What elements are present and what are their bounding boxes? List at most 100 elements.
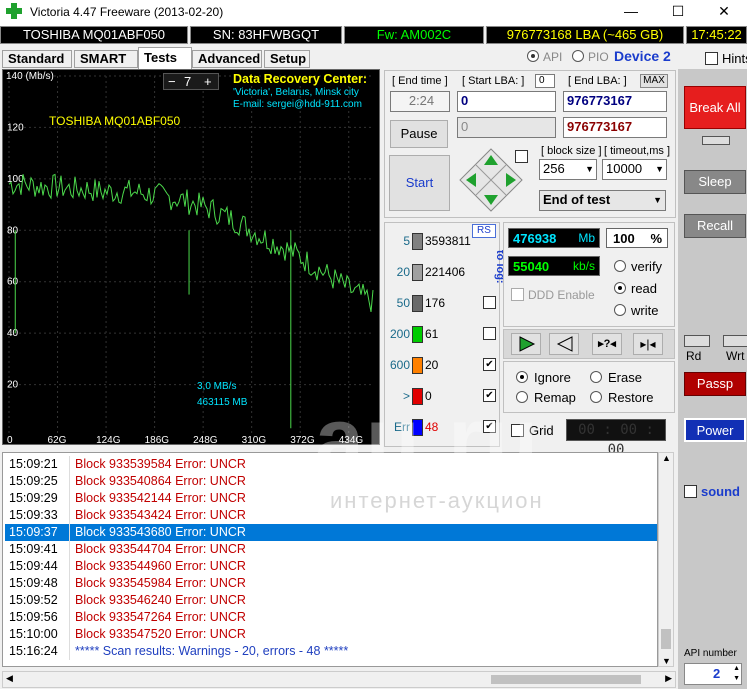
block-size-select[interactable]: 256 ▼: [539, 159, 597, 180]
log-hscrollbar[interactable]: ◀ ▶: [2, 671, 676, 688]
chevron-down-icon: ▼: [653, 195, 662, 205]
wrt-led: [723, 335, 747, 347]
scale-minus-button[interactable]: −: [168, 74, 176, 89]
stat-color-swatch: [412, 326, 423, 343]
log-row[interactable]: 15:09:37 Block 933543680 Error: UNCR: [5, 524, 657, 541]
end-action-select[interactable]: End of test ▼: [539, 190, 666, 211]
tab-standard[interactable]: Standard: [2, 50, 72, 68]
log-message: Block 933543680 Error: UNCR: [75, 525, 246, 539]
x-tick-label: 186G: [145, 435, 170, 444]
log-time: 15:09:29: [9, 491, 58, 505]
power-button[interactable]: Power: [684, 418, 746, 442]
api-number-value: 2: [713, 666, 721, 681]
break-all-button[interactable]: Break All: [684, 86, 746, 129]
scroll-left-icon[interactable]: ◀: [6, 673, 13, 684]
timeout-value: 10000: [606, 161, 643, 176]
sleep-button[interactable]: Sleep: [684, 170, 746, 194]
tab-advanced[interactable]: Advanced: [192, 50, 262, 68]
api-number-field[interactable]: 2 ▲ ▼: [684, 663, 742, 685]
ddd-checkbox[interactable]: [511, 288, 524, 301]
log-time: 15:09:52: [9, 593, 58, 607]
close-button[interactable]: ✕: [701, 0, 747, 24]
log-row[interactable]: 15:09:56 Block 933547264 Error: UNCR: [5, 609, 657, 626]
erase-radio[interactable]: [590, 371, 602, 383]
scale-plus-button[interactable]: +: [204, 74, 212, 89]
tab-tests[interactable]: Tests: [138, 47, 192, 69]
graph-drive-label: TOSHIBA MQ01ABF050: [49, 114, 181, 128]
ignore-radio[interactable]: [516, 371, 528, 383]
sound-checkbox[interactable]: [684, 485, 697, 498]
hints-label: Hints: [722, 51, 747, 66]
log-time: 15:09:21: [9, 457, 58, 471]
passp-button[interactable]: Passp: [684, 372, 746, 396]
api-number-label: API number: [684, 648, 737, 659]
end-lba-label: [ End LBA: ]: [568, 75, 627, 87]
start-lba-field[interactable]: 0: [457, 91, 556, 112]
read-label: read: [631, 281, 658, 296]
scroll-down-icon[interactable]: ▼: [662, 656, 671, 666]
speed-unit: kb/s: [572, 259, 595, 273]
start-button[interactable]: Start: [389, 155, 450, 211]
to-log-checkbox[interactable]: ✔: [483, 358, 496, 371]
skip-button[interactable]: ▸?◂: [592, 333, 622, 355]
timeout-select[interactable]: 10000 ▼: [602, 159, 667, 180]
log-row[interactable]: 15:10:00 Block 933547520 Error: UNCR: [5, 626, 657, 643]
speed-readout: 3,0 MB/s: [197, 381, 237, 392]
end-lba-max-button[interactable]: MAX: [640, 74, 668, 88]
stat-count: 221406: [425, 265, 466, 279]
log-row[interactable]: 15:09:41 Block 933544704 Error: UNCR: [5, 541, 657, 558]
log-message: Block 933544960 Error: UNCR: [75, 559, 246, 573]
hscroll-thumb[interactable]: [491, 675, 641, 684]
log-time: 15:09:56: [9, 610, 58, 624]
rewind-icon: [556, 336, 573, 352]
restore-label: Restore: [608, 390, 654, 405]
block-size-label: [ block size ]: [541, 145, 602, 157]
end-lba-field[interactable]: 976773167: [563, 91, 667, 112]
x-tick-label: 62G: [48, 435, 67, 444]
log-row[interactable]: 15:09:52 Block 933546240 Error: UNCR: [5, 592, 657, 609]
log-message: Block 933546240 Error: UNCR: [75, 593, 246, 607]
tab-setup[interactable]: Setup: [264, 50, 310, 68]
pause-button[interactable]: Pause: [390, 120, 448, 148]
log-vscrollbar[interactable]: ▲ ▼: [658, 452, 674, 667]
play-button[interactable]: [511, 333, 541, 355]
restore-radio[interactable]: [590, 391, 602, 403]
scroll-thumb[interactable]: [661, 629, 671, 649]
drive-lba: 976773168 LBA (~465 GB): [486, 26, 684, 44]
scroll-up-icon[interactable]: ▲: [662, 453, 671, 463]
scroll-right-icon[interactable]: ▶: [665, 673, 672, 684]
log-row[interactable]: 15:09:44 Block 933544960 Error: UNCR: [5, 558, 657, 575]
stat-color-swatch: [412, 264, 423, 281]
recall-button[interactable]: Recall: [684, 214, 746, 238]
to-log-checkbox[interactable]: [483, 296, 496, 309]
log-time: 15:09:41: [9, 542, 58, 556]
spinner-icon[interactable]: ▲ ▼: [733, 664, 740, 684]
to-log-checkbox[interactable]: [483, 327, 496, 340]
log-row[interactable]: 15:09:48 Block 933545984 Error: UNCR: [5, 575, 657, 592]
minimize-button[interactable]: —: [608, 0, 654, 24]
end-action-value: End of test: [543, 192, 611, 207]
maximize-button[interactable]: ☐: [655, 0, 701, 24]
app-logo-icon: [6, 3, 22, 19]
read-radio[interactable]: [614, 282, 626, 294]
write-radio[interactable]: [614, 304, 626, 316]
scale-control: − 7 +: [163, 73, 219, 90]
log-message: Block 933539584 Error: UNCR: [75, 457, 246, 471]
start-lba-small[interactable]: 0: [535, 74, 555, 88]
seek-checkbox[interactable]: [515, 150, 528, 163]
percent-unit: %: [650, 231, 662, 246]
tab-smart[interactable]: SMART: [74, 50, 138, 68]
x-tick-label: 372G: [290, 435, 315, 444]
hints-checkbox[interactable]: [705, 52, 718, 65]
rs-button[interactable]: RS: [472, 224, 496, 238]
stat-threshold-label: 5: [403, 234, 410, 248]
end-button[interactable]: ▸|◂: [633, 333, 663, 355]
log-row[interactable]: 15:16:24 ***** Scan results: Warnings - 2…: [5, 643, 657, 660]
rewind-button[interactable]: [549, 333, 579, 355]
stat-threshold-label: 20: [396, 265, 410, 279]
api-radio[interactable]: [527, 50, 539, 62]
pio-radio[interactable]: [572, 50, 584, 62]
end-time-field[interactable]: 2:24: [390, 91, 450, 112]
api-label: API: [543, 50, 563, 64]
verify-radio[interactable]: [614, 260, 626, 272]
